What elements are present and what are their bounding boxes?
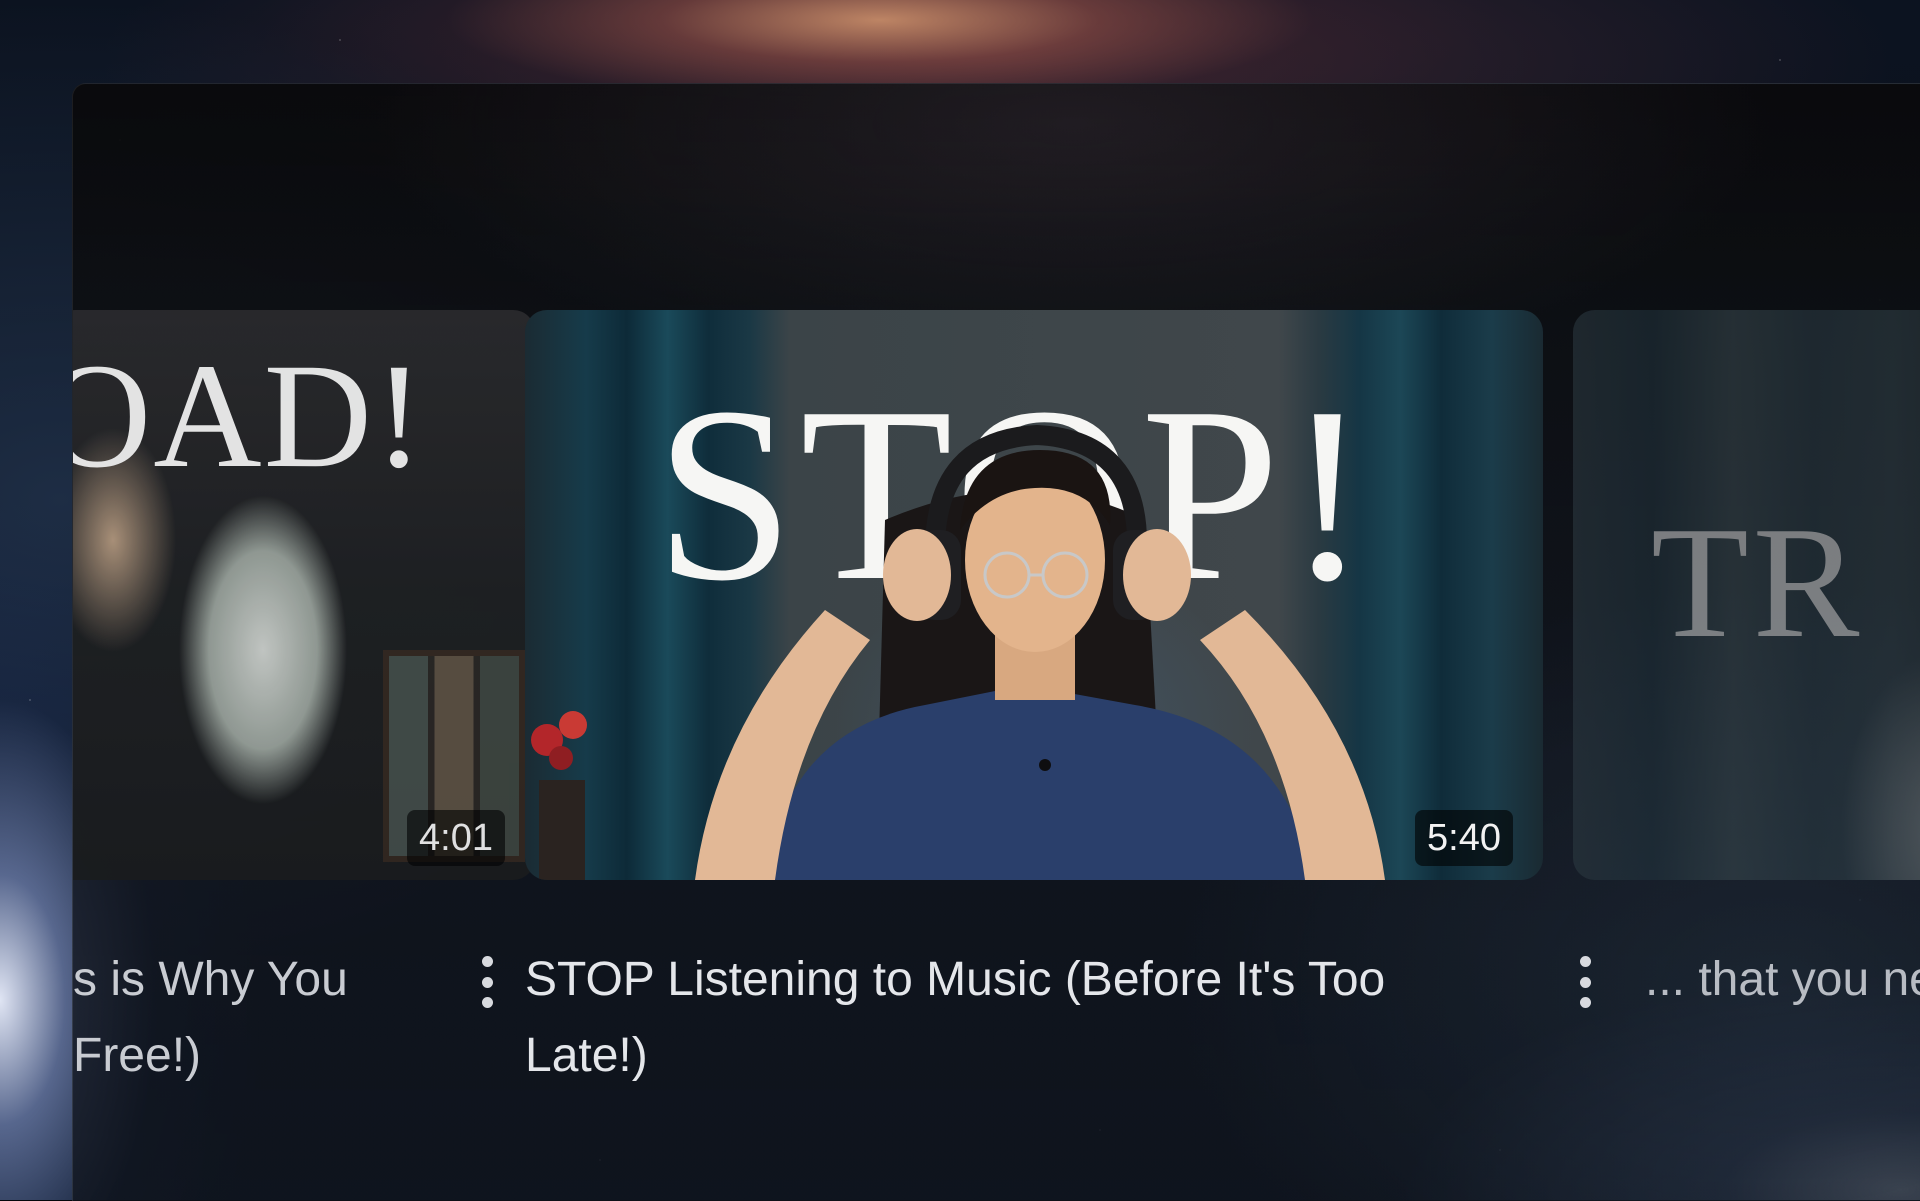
video-shelf: OAD! 4:01 s is Why You Free!) STOP! bbox=[73, 310, 1920, 1190]
app-window: OAD! 4:01 s is Why You Free!) STOP! bbox=[72, 83, 1920, 1201]
duration-badge: 5:40 bbox=[1415, 810, 1513, 866]
thumbnail-text: OAD! bbox=[72, 333, 426, 499]
duration-badge: 4:01 bbox=[407, 810, 505, 866]
thumbnail-text: TR bbox=[1651, 493, 1864, 671]
more-dot-icon bbox=[1579, 997, 1591, 1008]
more-options-button[interactable] bbox=[1565, 950, 1605, 1014]
more-dot-icon bbox=[481, 956, 493, 967]
video-title[interactable]: ... that you nee bbox=[1645, 942, 1920, 1018]
video-thumbnail[interactable]: TR bbox=[1573, 310, 1920, 880]
more-dot-icon bbox=[481, 976, 493, 988]
more-options-button[interactable] bbox=[467, 950, 507, 1014]
thumbnail-person-illustration bbox=[531, 424, 1385, 880]
more-dot-icon bbox=[481, 997, 493, 1008]
video-title[interactable]: STOP Listening to Music (Before It's Too… bbox=[525, 942, 1485, 1094]
video-thumbnail[interactable]: STOP! bbox=[525, 310, 1543, 880]
video-title[interactable]: s is Why You Free!) bbox=[73, 942, 453, 1094]
more-dot-icon bbox=[1579, 976, 1591, 988]
video-thumbnail[interactable]: OAD! 4:01 bbox=[72, 310, 535, 880]
more-dot-icon bbox=[1579, 956, 1591, 967]
